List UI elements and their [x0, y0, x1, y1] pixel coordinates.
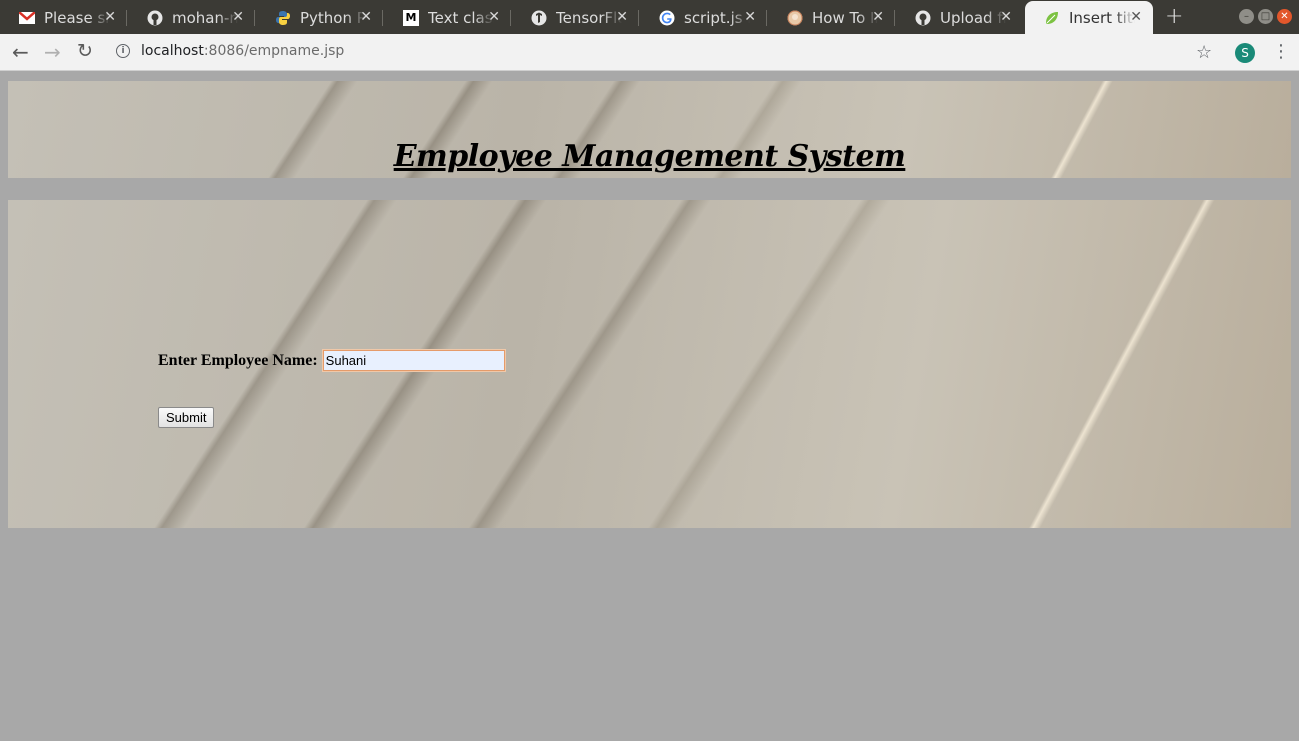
header-panel: Employee Management System	[8, 81, 1291, 178]
browser-tabstrip: Please sh ✕ mohan-m ✕ Python P ✕ M Text …	[0, 0, 1299, 34]
new-tab-button[interactable]: +	[1165, 4, 1183, 29]
tab-title: script.js n	[684, 8, 750, 27]
tensorflow-icon	[531, 10, 547, 26]
forward-arrow-icon[interactable]: →	[44, 40, 61, 64]
url-path: :8086/empname.jsp	[203, 43, 345, 59]
page-title: Employee Management System	[393, 139, 906, 174]
medium-icon: M	[403, 9, 419, 26]
tab-title: Insert titl	[1069, 8, 1135, 27]
close-window-icon[interactable]: ✕	[1277, 9, 1292, 24]
tab-title: Upload fi	[940, 8, 1006, 27]
tab-separator	[638, 10, 639, 26]
leaf-icon	[1044, 10, 1060, 26]
github-icon	[915, 10, 931, 26]
gmail-icon	[19, 10, 35, 26]
employee-name-row: Enter Employee Name:	[158, 350, 505, 371]
tab-separator	[894, 10, 895, 26]
address-bar[interactable]: i localhost:8086/empname.jsp	[116, 43, 344, 59]
close-icon[interactable]: ✕	[488, 9, 500, 25]
close-icon[interactable]: ✕	[360, 9, 372, 25]
python-icon	[275, 10, 291, 26]
close-icon[interactable]: ✕	[872, 9, 884, 25]
form-panel: Enter Employee Name: Submit	[8, 200, 1291, 528]
github-icon	[147, 10, 163, 26]
tab-title: Please sh	[44, 8, 110, 27]
tab-separator	[126, 10, 127, 26]
tab-title: Text class	[428, 8, 494, 27]
browser-tab[interactable]: How To Ir ✕	[768, 1, 895, 34]
tab-title: TensorFlo	[556, 8, 622, 27]
profile-avatar[interactable]: S	[1235, 43, 1255, 63]
submit-button[interactable]: Submit	[158, 407, 215, 428]
browser-tab[interactable]: Please sh ✕	[0, 1, 127, 34]
tab-title: Python P	[300, 8, 366, 27]
tab-title: mohan-m	[172, 8, 238, 27]
minimize-icon[interactable]: –	[1239, 9, 1254, 24]
close-icon[interactable]: ✕	[104, 9, 116, 25]
browser-toolbar: ← → ↻ i localhost:8086/empname.jsp ☆ S ⋮	[0, 34, 1299, 71]
browser-tab[interactable]: M Text class ✕	[384, 1, 511, 34]
browser-tab[interactable]: Python P ✕	[256, 1, 383, 34]
tab-separator	[766, 10, 767, 26]
browser-tab[interactable]: mohan-m ✕	[128, 1, 255, 34]
browser-tab[interactable]: Upload fi ✕	[896, 1, 1023, 34]
tab-separator	[254, 10, 255, 26]
close-icon[interactable]: ✕	[616, 9, 628, 25]
tab-separator	[510, 10, 511, 26]
browser-tab[interactable]: TensorFlo ✕	[512, 1, 639, 34]
reload-icon[interactable]: ↻	[77, 40, 93, 62]
bookmark-star-icon[interactable]: ☆	[1196, 42, 1212, 63]
close-icon[interactable]: ✕	[1000, 9, 1012, 25]
kebab-menu-icon[interactable]: ⋮	[1272, 41, 1290, 62]
back-arrow-icon[interactable]: ←	[12, 40, 29, 64]
close-icon[interactable]: ✕	[744, 9, 756, 25]
employee-name-label: Enter Employee Name:	[158, 351, 318, 369]
browser-tab[interactable]: script.js n ✕	[640, 1, 767, 34]
info-icon[interactable]: i	[116, 44, 130, 58]
browser-tab-active[interactable]: Insert titl ✕	[1025, 1, 1153, 34]
url-host: localhost	[141, 43, 204, 59]
close-icon[interactable]: ✕	[232, 9, 244, 25]
google-icon	[659, 10, 675, 26]
close-icon[interactable]: ✕	[1130, 9, 1142, 25]
tab-title: How To Ir	[812, 8, 878, 27]
tab-separator	[382, 10, 383, 26]
maximize-icon[interactable]: □	[1258, 9, 1273, 24]
employee-name-input[interactable]	[322, 350, 505, 371]
site-icon	[787, 10, 803, 26]
